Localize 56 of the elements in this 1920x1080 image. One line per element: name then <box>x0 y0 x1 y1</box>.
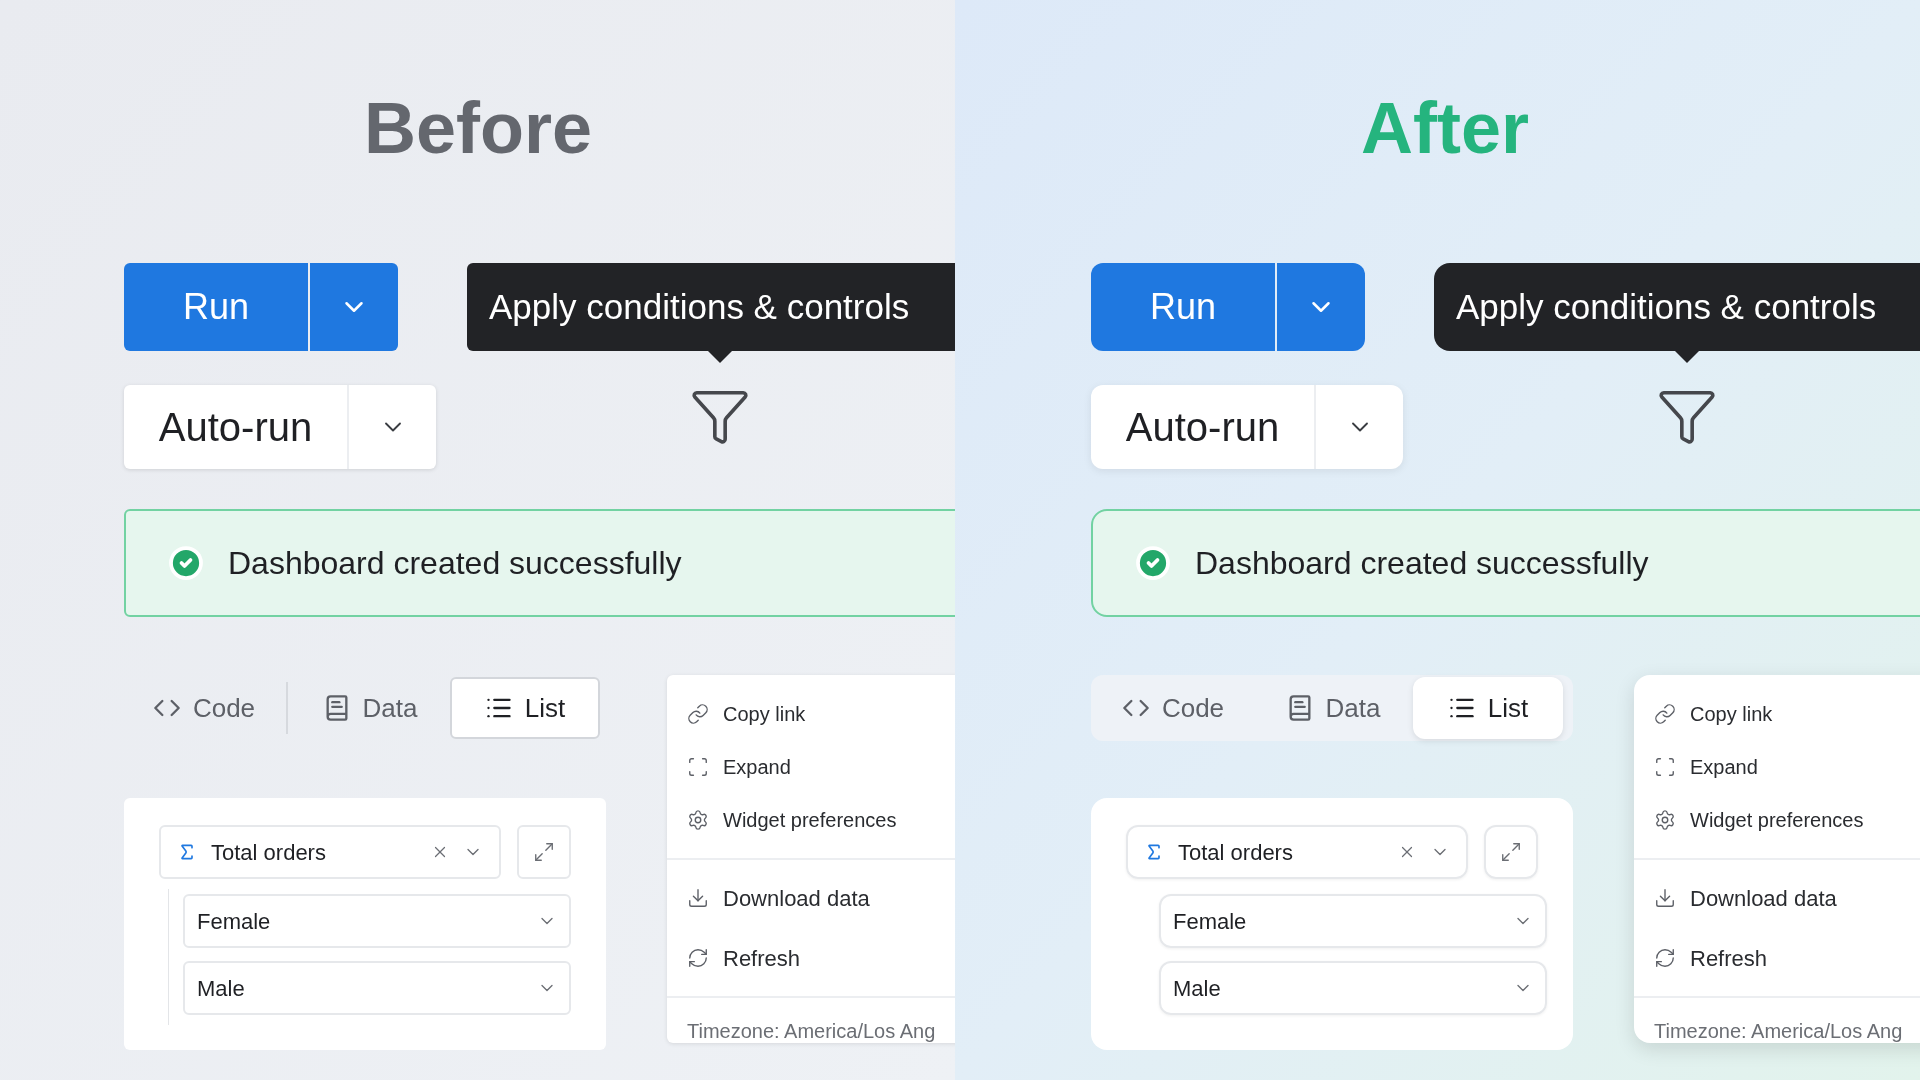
expand-icon <box>687 755 709 778</box>
group-label: Female <box>197 907 271 936</box>
menu-item[interactable]: Widget preferences <box>667 793 955 846</box>
view-tab[interactable]: Code <box>124 677 284 739</box>
menu-item[interactable]: Refresh <box>667 936 955 980</box>
group-select[interactable]: Female <box>183 894 571 948</box>
timezone-label: Timezone: America/Los Ang <box>686 1019 937 1044</box>
menu-item[interactable]: Copy link <box>1634 687 1920 740</box>
menu-item[interactable]: Widget preferences <box>1634 793 1920 846</box>
view-tab[interactable]: List <box>450 677 600 739</box>
menu-item[interactable]: Expand <box>667 740 955 793</box>
run-button[interactable]: Run <box>1091 263 1275 351</box>
group-label: Female <box>1173 907 1247 936</box>
auto-run-select[interactable]: Auto-run <box>1091 385 1403 469</box>
link-icon <box>1654 702 1676 725</box>
measure-select[interactable]: Total orders <box>159 825 502 879</box>
auto-run-label: Auto-run <box>124 385 349 469</box>
measure-select[interactable]: Total orders <box>1126 825 1469 879</box>
refresh-icon <box>1654 947 1676 969</box>
group-select[interactable]: Female <box>1159 894 1547 948</box>
tooltip: Apply conditions & controls <box>467 263 955 363</box>
banner-message: Dashboard created successfully <box>228 544 682 583</box>
link-icon <box>687 702 709 725</box>
view-tab[interactable]: List <box>1413 677 1563 739</box>
panel-title: After <box>1361 92 1529 164</box>
group-label: Male <box>1173 974 1221 1003</box>
settings-icon <box>1654 808 1676 831</box>
menu-item[interactable]: Refresh <box>1634 936 1920 980</box>
download-icon <box>687 887 709 909</box>
measure-label: Total orders <box>1178 838 1294 867</box>
timezone-label: Timezone: America/Los Ang <box>1653 1019 1904 1044</box>
menu-item[interactable]: Expand <box>1634 740 1920 793</box>
check-circle-icon <box>1135 545 1171 581</box>
group-select[interactable]: Male <box>1159 961 1547 1015</box>
check-circle-icon <box>168 545 204 581</box>
view-tab[interactable]: Data <box>1253 677 1413 739</box>
panel-title: Before <box>363 92 593 164</box>
banner-message: Dashboard created successfully <box>1195 544 1649 583</box>
view-tab[interactable]: Data <box>290 677 450 739</box>
diagonal-arrows-icon <box>533 841 556 863</box>
measure-label: Total orders <box>211 838 327 867</box>
menu-item[interactable]: Copy link <box>667 687 955 740</box>
menu-item[interactable]: Download data <box>1634 876 1920 920</box>
download-icon <box>1654 887 1676 909</box>
refresh-icon <box>687 947 709 969</box>
diagonal-arrows-icon <box>1500 841 1523 863</box>
run-button[interactable]: Run <box>124 263 308 351</box>
expand-icon <box>1654 755 1676 778</box>
settings-icon <box>687 808 709 831</box>
view-tab[interactable]: Code <box>1093 677 1253 739</box>
auto-run-label: Auto-run <box>1091 385 1316 469</box>
group-label: Male <box>197 974 245 1003</box>
auto-run-select[interactable]: Auto-run <box>124 385 436 469</box>
tooltip: Apply conditions & controls <box>1434 263 1920 363</box>
group-select[interactable]: Male <box>183 961 571 1015</box>
menu-item[interactable]: Download data <box>667 876 955 920</box>
